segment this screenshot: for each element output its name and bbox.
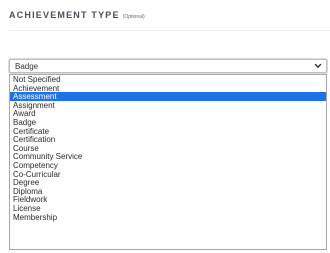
option-course[interactable]: Course xyxy=(10,144,326,153)
option-certification[interactable]: Certification xyxy=(10,135,326,144)
optional-label: (Optional) xyxy=(122,14,145,20)
option-not-specified[interactable]: Not Specified xyxy=(10,75,326,84)
section-heading: ACHIEVEMENT TYPE (Optional) xyxy=(9,10,145,22)
achievement-type-form: ACHIEVEMENT TYPE (Optional) Badge Not Sp… xyxy=(0,0,330,253)
option-co-curricular[interactable]: Co-Curricular xyxy=(10,170,326,179)
option-competency[interactable]: Competency xyxy=(10,161,326,170)
section-divider xyxy=(9,30,330,31)
option-license[interactable]: License xyxy=(10,204,326,213)
option-fieldwork[interactable]: Fieldwork xyxy=(10,195,326,205)
option-membership[interactable]: Membership xyxy=(10,213,326,222)
option-badge[interactable]: Badge xyxy=(10,118,326,127)
option-assignment[interactable]: Assignment xyxy=(10,101,326,110)
option-community-service[interactable]: Community Service xyxy=(10,152,326,162)
option-certificate[interactable]: Certificate xyxy=(10,127,326,136)
option-degree[interactable]: Degree xyxy=(10,178,326,187)
option-award[interactable]: Award xyxy=(10,109,326,119)
chevron-down-icon xyxy=(314,63,322,68)
achievement-type-select[interactable]: Badge xyxy=(9,59,327,73)
option-diploma[interactable]: Diploma xyxy=(10,187,326,196)
select-value: Badge xyxy=(15,62,39,71)
option-achievement[interactable]: Achievement xyxy=(10,84,326,93)
achievement-type-options[interactable]: Not Specified Achievement Assessment Assign… xyxy=(9,74,327,250)
option-assessment[interactable]: Assessment xyxy=(10,92,326,101)
section-title: ACHIEVEMENT TYPE xyxy=(9,10,120,20)
